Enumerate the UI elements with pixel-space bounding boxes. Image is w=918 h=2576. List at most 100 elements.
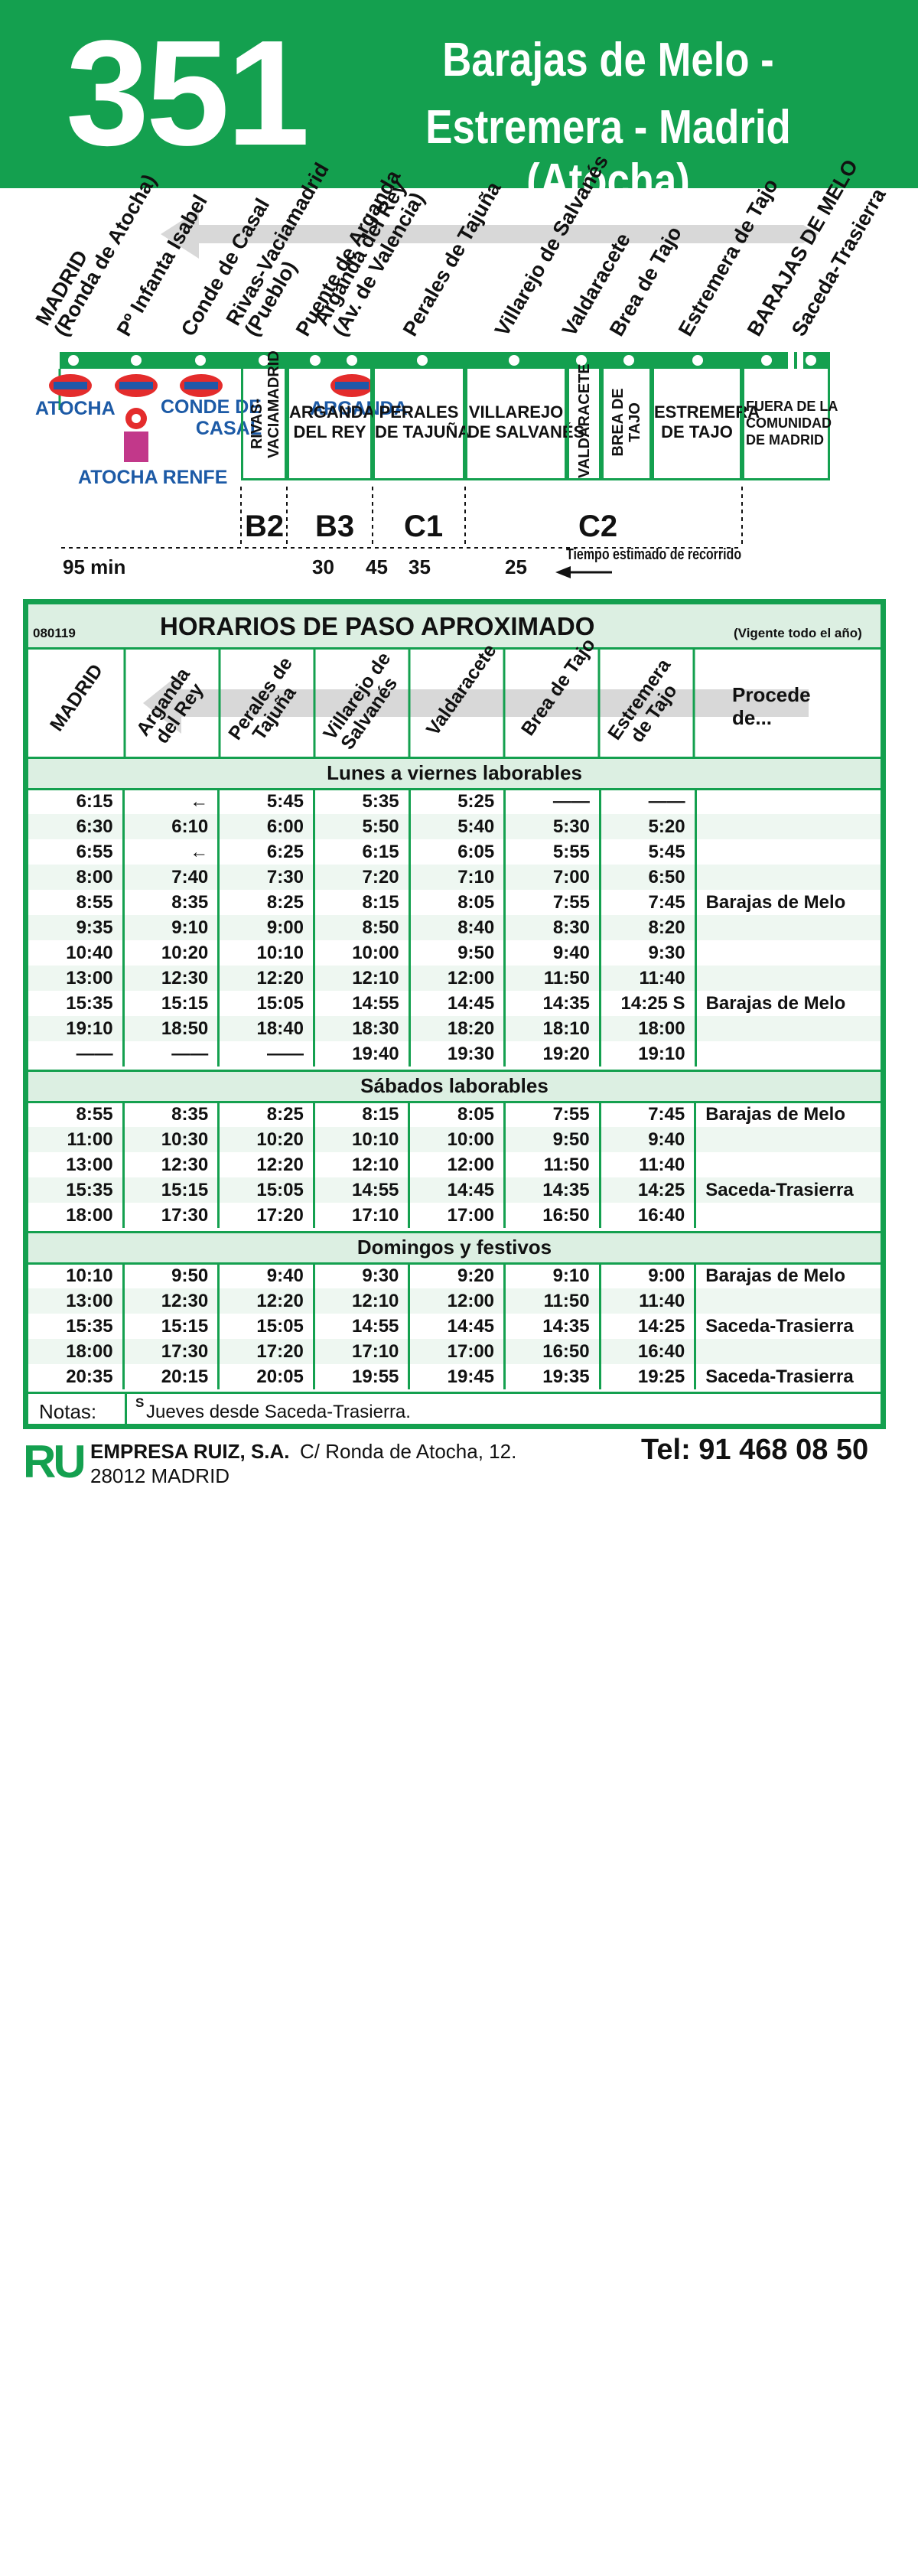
time-cell: 19:25 [598,1364,695,1389]
company-name: EMPRESA RUIZ, S.A. [90,1440,290,1463]
time-cell: 19:40 [312,1041,410,1067]
origin-cell: Saceda-Trasierra [694,1364,881,1389]
time-cell: 5:25 [408,789,505,814]
town-label: VALDARACETE [576,363,593,478]
section-label: Lunes a viernes laborables [28,757,881,790]
time-cell: 7:20 [312,865,410,890]
time-cell: 12:10 [312,1152,409,1177]
time-cell: 17:00 [408,1203,505,1228]
travel-time: 95 min [63,555,126,578]
time-cell: 7:55 [503,890,601,915]
time-cell: 11:00 [67,1128,113,1150]
time-cell: 13:00 [66,1290,113,1311]
table-row: 6:15 ← 5:45 5:35 5:25 —— —— [28,789,881,814]
origin-header: Procede de... [732,683,811,729]
town-cell: ESTREMERA DE TAJO [652,369,760,480]
time-cell: 8:40 [408,915,505,940]
time-cell: 15:35 [66,1315,113,1337]
schedule-title: HORARIOS DE PASO APROXIMADO [160,612,595,640]
town-cell: VALDARACETE [567,363,601,480]
time-cell: 14:25 [598,1314,695,1339]
time-cell: 6:55 [76,841,113,862]
time-cell: 18:30 [312,1016,410,1041]
time-cell: 14:35 [503,1314,601,1339]
time-cell: 17:10 [312,1203,409,1228]
time-cell: 17:30 [122,1339,219,1364]
time-cell: 15:15 [122,1177,219,1203]
time-cell: 6:05 [408,839,505,865]
time-cell: 16:50 [503,1203,601,1228]
origin-cell [694,1016,881,1041]
town-label: FUERA DE LA COMUNIDAD DE MADRID [746,399,838,448]
time-cell: 14:45 [408,1314,505,1339]
travel-time: 30 [312,555,334,578]
zone-code: B2 [245,510,285,543]
time-cell: 14:55 [312,1314,409,1339]
time-cell: 19:30 [408,1041,505,1067]
origin-cell [694,1127,881,1152]
time-cell: 19:55 [312,1364,409,1389]
route-header: 351 Barajas de Melo - Estremera - Madrid… [0,0,918,207]
time-cell: 19:10 [598,1041,696,1067]
time-cell: 14:45 [408,1177,505,1203]
time-cell: 9:20 [408,1263,505,1288]
time-cell: 9:35 [76,917,113,938]
time-cell: 9:40 [598,1127,695,1152]
time-cell: ← [122,789,219,814]
notes-row: Notas: S Jueves desde Saceda-Trasierra. [28,1392,881,1426]
schedule-code: 080119 [33,626,76,640]
route-line [60,352,830,369]
town-label: BREA DE TAJO [610,388,643,457]
time-cell: 5:45 [217,789,314,814]
time-cell: 12:00 [408,1152,505,1177]
zone-code: C2 [578,510,618,543]
time-cell: 15:15 [122,1314,219,1339]
time-cell: 6:10 [122,814,219,839]
origin-cell [694,1041,881,1067]
time-cell: 11:50 [503,1288,601,1314]
connection-atocha: ATOCHA [35,398,116,419]
time-cell: 9:00 [598,1263,695,1288]
notes-label: Notas: [39,1400,97,1423]
time-cell: 11:50 [503,966,601,991]
origin-cell [694,966,881,991]
time-cell: 12:30 [122,1152,219,1177]
time-cell: 9:50 [503,1127,601,1152]
table-row: 15:35 15:15 15:05 14:55 14:45 14:35 14:25 Saced… [28,1314,881,1339]
travel-time: 25 [505,555,527,578]
time-cell: 16:50 [503,1339,601,1364]
time-cell: ← [122,839,219,865]
time-cell: 12:20 [217,966,314,991]
company-logo: RU [23,1436,86,1487]
table-row: 13:00 12:30 12:20 12:10 12:00 11:50 11:40 [28,966,881,991]
table-row: 11:00 10:30 10:20 10:10 10:00 9:50 9:40 [28,1127,881,1152]
town-cell: FUERA DE LA COMUNIDAD DE MADRID [742,369,838,480]
time-cell: 14:35 [503,1177,601,1203]
section-label: Domingos y festivos [28,1231,881,1265]
table-row: 19:10 18:50 18:40 18:30 18:20 18:10 18:00 [28,1016,881,1041]
table-row: —— —— —— 19:40 19:30 19:20 19:10 [28,1041,881,1067]
time-cell: 5:35 [312,789,410,814]
time-cell: 10:20 [122,940,219,966]
notes-divider [125,1394,127,1426]
time-cell: 9:30 [312,1263,409,1288]
origin-cell [694,940,881,966]
town-label: PERALES DE TAJUÑA [375,402,470,441]
time-cell: 8:30 [503,915,601,940]
time-cell: 8:05 [408,1102,505,1127]
time-cell: 14:45 [408,991,505,1016]
time-cell: 18:40 [217,1016,314,1041]
schedule-grid: 8:55 8:35 8:25 8:15 8:05 7:55 7:45 Barajas de M… [28,1102,881,1228]
table-row: 8:55 8:35 8:25 8:15 8:05 7:55 7:45 Barajas de M… [28,1102,881,1127]
time-cell: 6:50 [598,865,696,890]
time-cell: 7:45 [598,1102,695,1127]
route-name-line-1: Barajas de Melo - [442,34,774,86]
time-cell: 9:30 [598,940,696,966]
time-cell: 5:30 [503,814,601,839]
time-cell: 20:15 [122,1364,219,1389]
time-cell: 7:55 [503,1102,601,1127]
time-cell: 5:55 [503,839,601,865]
time-cell: 17:00 [408,1339,505,1364]
company-phone: Tel: 91 468 08 50 [641,1434,869,1466]
table-row: 15:35 15:15 15:05 14:55 14:45 14:35 14:25 S Bar… [28,991,881,1016]
